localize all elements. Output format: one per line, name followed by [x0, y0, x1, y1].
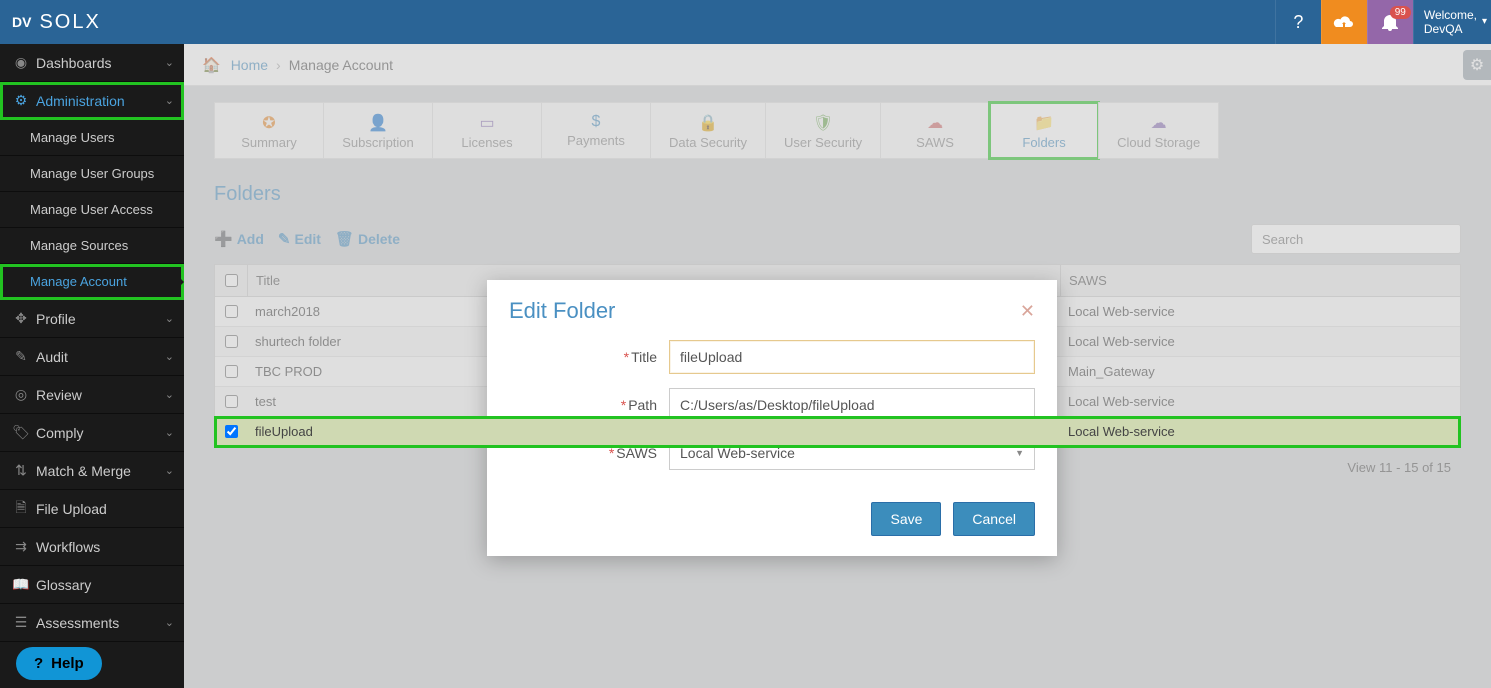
- sidebar-item-administration[interactable]: ⚙ Administration ⌄: [0, 82, 184, 120]
- sidebar-item-label: Glossary: [36, 577, 174, 593]
- user-menu[interactable]: Welcome, DevQA ▾: [1413, 0, 1491, 44]
- sidebar-item-label: Administration: [36, 93, 165, 109]
- chevron-down-icon: ⌄: [165, 464, 174, 477]
- field-label: *Title: [509, 349, 669, 365]
- sidebar-item-label: Match & Merge: [36, 463, 165, 479]
- sidebar-item-label: Review: [36, 387, 165, 403]
- cancel-button[interactable]: Cancel: [953, 502, 1035, 536]
- logo[interactable]: DV SOLX: [0, 11, 101, 34]
- sidebar-item-label: Workflows: [36, 539, 174, 555]
- field-label: *Path: [509, 397, 669, 413]
- sidebar-item-assessments[interactable]: ☰Assessments⌄: [0, 604, 184, 642]
- row-title: fileUpload: [247, 417, 1060, 446]
- merge-icon: ⇅: [10, 462, 32, 479]
- sidebar-item-profile[interactable]: ✥Profile⌄: [0, 300, 184, 338]
- sidebar-sub-manage-account[interactable]: Manage Account: [0, 264, 184, 300]
- chevron-down-icon: ⌄: [165, 312, 174, 325]
- sidebar-item-glossary[interactable]: 📖Glossary: [0, 566, 184, 604]
- dashboard-icon: ◉: [10, 54, 32, 71]
- book-icon: 📖: [10, 576, 32, 593]
- chevron-down-icon: ⌄: [165, 350, 174, 363]
- sidebar-item-dashboards[interactable]: ◉ Dashboards ⌄: [0, 44, 184, 82]
- help-icon: ?: [34, 655, 43, 672]
- sidebar: ◉ Dashboards ⌄ ⚙ Administration ⌄ Manage…: [0, 44, 184, 688]
- help-button[interactable]: ? Help: [16, 647, 102, 680]
- sidebar-sub-manage-user-access[interactable]: Manage User Access: [0, 192, 184, 228]
- edit-icon: ✎: [10, 348, 32, 365]
- sidebar-item-label: Profile: [36, 311, 165, 327]
- welcome-label: Welcome,: [1424, 8, 1477, 22]
- row-saws: Local Web-service: [1060, 417, 1460, 446]
- chevron-down-icon: ▾: [1482, 16, 1487, 28]
- sidebar-item-label: Comply: [36, 425, 165, 441]
- select-value: Local Web-service: [680, 445, 795, 461]
- cloud-icon[interactable]: [1321, 0, 1367, 44]
- file-icon: 🗎: [10, 497, 32, 521]
- table-row[interactable]: fileUploadLocal Web-service: [215, 417, 1460, 447]
- sidebar-item-review[interactable]: ◎Review⌄: [0, 376, 184, 414]
- chevron-down-icon: ⌄: [165, 426, 174, 439]
- save-button[interactable]: Save: [871, 502, 941, 536]
- sidebar-item-label: Assessments: [36, 615, 165, 631]
- notifications-icon[interactable]: 99: [1367, 0, 1413, 44]
- target-icon: ◎: [10, 386, 32, 403]
- move-icon: ✥: [10, 310, 32, 327]
- modal-header: Edit Folder ✕: [487, 280, 1057, 334]
- notification-badge: 99: [1390, 6, 1411, 19]
- modal-footer: Save Cancel: [487, 502, 1057, 556]
- sidebar-item-label: Dashboards: [36, 55, 165, 71]
- row-checkbox[interactable]: [225, 425, 238, 438]
- sidebar-sub-manage-sources[interactable]: Manage Sources: [0, 228, 184, 264]
- sidebar-sub-manage-users[interactable]: Manage Users: [0, 120, 184, 156]
- title-input[interactable]: [669, 340, 1035, 374]
- sidebar-item-audit[interactable]: ✎Audit⌄: [0, 338, 184, 376]
- list-icon: ☰: [10, 614, 32, 631]
- chevron-down-icon: ⌄: [165, 388, 174, 401]
- sidebar-item-label: Audit: [36, 349, 165, 365]
- logo-prefix: DV: [12, 14, 31, 30]
- logo-text: SOLX: [39, 11, 100, 34]
- sidebar-sub-label: Manage Sources: [30, 238, 128, 253]
- sidebar-item-file-upload[interactable]: 🗎File Upload: [0, 490, 184, 528]
- sidebar-item-label: File Upload: [36, 501, 174, 517]
- field-label: *SAWS: [509, 445, 669, 461]
- sidebar-sub-label: Manage User Access: [30, 202, 153, 217]
- sidebar-sub-label: Manage Users: [30, 130, 115, 145]
- chevron-down-icon: ⌄: [165, 616, 174, 629]
- topbar-actions: ? 99 Welcome, DevQA ▾: [1275, 0, 1491, 44]
- close-icon[interactable]: ✕: [1020, 301, 1035, 322]
- topbar: DV SOLX ? 99 Welcome, DevQA ▾: [0, 0, 1491, 44]
- sidebar-item-comply[interactable]: 🏷Comply⌄: [0, 414, 184, 452]
- row-checkbox-cell: [215, 417, 247, 446]
- sidebar-sub-manage-user-groups[interactable]: Manage User Groups: [0, 156, 184, 192]
- help-icon[interactable]: ?: [1275, 0, 1321, 44]
- gears-icon: ⚙: [10, 92, 32, 109]
- tag-icon: 🏷: [10, 424, 32, 441]
- sidebar-sub-label: Manage Account: [30, 274, 127, 289]
- sidebar-item-match-merge[interactable]: ⇅Match & Merge⌄: [0, 452, 184, 490]
- sidebar-item-workflows[interactable]: ⇉Workflows: [0, 528, 184, 566]
- welcome-user: DevQA: [1424, 22, 1477, 36]
- help-label: Help: [51, 655, 84, 672]
- field-row-title: *Title: [509, 340, 1035, 374]
- sidebar-sub-label: Manage User Groups: [30, 166, 154, 181]
- modal-title: Edit Folder: [509, 298, 615, 324]
- chevron-down-icon: ⌄: [165, 56, 174, 69]
- chevron-down-icon: ⌄: [165, 94, 174, 107]
- flow-icon: ⇉: [10, 538, 32, 555]
